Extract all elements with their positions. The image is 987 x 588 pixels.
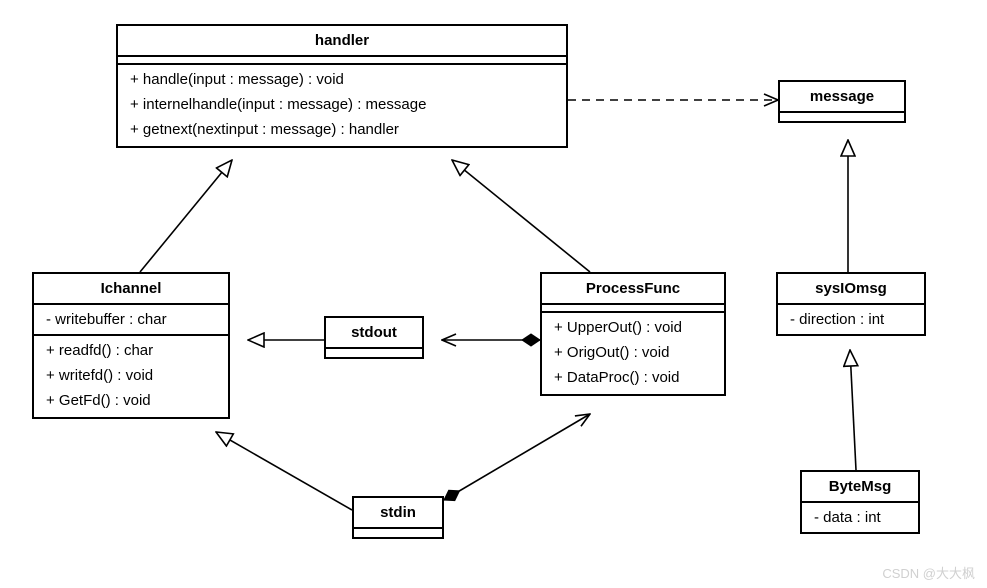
generalization-bytemsg-sysiomsg bbox=[850, 350, 856, 470]
class-attr-sep-processfunc bbox=[542, 305, 724, 313]
class-processfunc: ProcessFunc + UpperOut() : void + OrigOu… bbox=[540, 272, 726, 396]
class-name-ichannel: Ichannel bbox=[34, 274, 228, 305]
class-name-stdin: stdin bbox=[354, 498, 442, 529]
op-ichannel-0: + readfd() : char bbox=[34, 338, 228, 363]
class-sep-stdout bbox=[326, 349, 422, 357]
composition-stdin-processfunc bbox=[444, 414, 590, 500]
op-processfunc-0: + UpperOut() : void bbox=[542, 315, 724, 340]
class-name-handler: handler bbox=[118, 26, 566, 57]
generalization-stdin-ichannel bbox=[216, 432, 352, 510]
class-ops-handler: + handle(input : message) : void + inter… bbox=[118, 65, 566, 146]
class-bytemsg: ByteMsg - data : int bbox=[800, 470, 920, 534]
class-stdout: stdout bbox=[324, 316, 424, 359]
class-attrs-ichannel: - writebuffer : char bbox=[34, 305, 228, 336]
op-ichannel-2: + GetFd() : void bbox=[34, 388, 228, 413]
class-name-stdout: stdout bbox=[326, 318, 422, 349]
op-processfunc-2: + DataProc() : void bbox=[542, 365, 724, 390]
op-ichannel-1: + writefd() : void bbox=[34, 363, 228, 388]
op-handler-0: + handle(input : message) : void bbox=[118, 67, 566, 92]
generalization-ichannel-handler bbox=[140, 160, 232, 272]
class-name-processfunc: ProcessFunc bbox=[542, 274, 724, 305]
class-name-bytemsg: ByteMsg bbox=[802, 472, 918, 503]
class-stdin: stdin bbox=[352, 496, 444, 539]
class-name-sysiomsg: sysIOmsg bbox=[778, 274, 924, 305]
class-ops-processfunc: + UpperOut() : void + OrigOut() : void +… bbox=[542, 313, 724, 394]
class-attr-sep-handler bbox=[118, 57, 566, 65]
class-sysiomsg: sysIOmsg - direction : int bbox=[776, 272, 926, 336]
class-attrs-sysiomsg: - direction : int bbox=[778, 305, 924, 334]
class-ichannel: Ichannel - writebuffer : char + readfd()… bbox=[32, 272, 230, 419]
op-processfunc-1: + OrigOut() : void bbox=[542, 340, 724, 365]
class-sep-stdin bbox=[354, 529, 442, 537]
class-message: message bbox=[778, 80, 906, 123]
class-sep-message bbox=[780, 113, 904, 121]
class-ops-ichannel: + readfd() : char + writefd() : void + G… bbox=[34, 336, 228, 417]
watermark: CSDN @大大枫 bbox=[882, 563, 975, 582]
class-name-message: message bbox=[780, 82, 904, 113]
class-attrs-bytemsg: - data : int bbox=[802, 503, 918, 532]
op-handler-1: + internelhandle(input : message) : mess… bbox=[118, 92, 566, 117]
op-handler-2: + getnext(nextinput : message) : handler bbox=[118, 117, 566, 142]
attr-ichannel-0: - writebuffer : char bbox=[34, 307, 228, 332]
attr-sysiomsg-0: - direction : int bbox=[778, 307, 924, 332]
attr-bytemsg-0: - data : int bbox=[802, 505, 918, 530]
generalization-processfunc-handler bbox=[452, 160, 590, 272]
class-handler: handler + handle(input : message) : void… bbox=[116, 24, 568, 148]
